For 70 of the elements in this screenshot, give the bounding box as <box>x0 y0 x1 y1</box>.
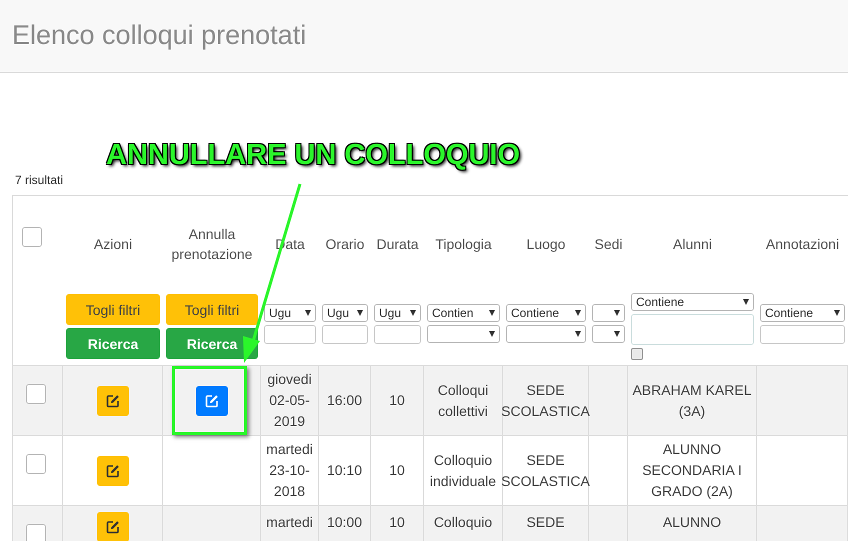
filter-checkbox[interactable] <box>631 348 643 360</box>
column-header: Tipologia <box>435 235 492 254</box>
type-cell-text: Colloqui collettivi <box>436 380 490 420</box>
duration-cell-text: 10 <box>389 513 405 532</box>
student-cell-text: ABRAHAM KAREL (3A) <box>631 380 753 421</box>
caret-icon <box>743 299 749 305</box>
student-cell-text: ALUNNO SECONDARIA I GRADO (2A) <box>641 440 743 501</box>
type-cell-text: Colloquio <box>434 513 492 532</box>
row-checkbox[interactable] <box>26 524 46 541</box>
caret-icon <box>575 331 581 337</box>
clear-filters-button[interactable]: Togli filtri <box>66 294 160 325</box>
caret-icon <box>614 310 620 316</box>
caret-icon <box>489 331 495 337</box>
time-cell-text: 16:00 <box>326 391 362 410</box>
caret-icon <box>305 310 311 316</box>
row-checkbox[interactable] <box>26 454 46 474</box>
edit-button[interactable] <box>96 386 128 416</box>
operator-select[interactable]: Contiene <box>506 304 586 322</box>
callout-text: ANNULLARE UN COLLOQUIO <box>106 139 520 172</box>
column-header: Annulla prenotazione <box>170 225 254 264</box>
select-all-checkbox[interactable] <box>22 227 42 247</box>
value-select[interactable] <box>592 325 625 343</box>
filter-input[interactable] <box>264 325 316 344</box>
caret-icon <box>489 310 495 316</box>
edit-icon <box>106 520 120 534</box>
time-cell-text: 10:10 <box>326 461 362 480</box>
column-header: Sedi <box>594 235 623 254</box>
filter-input[interactable] <box>760 325 845 344</box>
edit-icon <box>106 394 120 408</box>
filter-input[interactable] <box>322 325 368 344</box>
student-cell-text: ALUNNO <box>662 513 722 532</box>
edit-button[interactable] <box>96 512 128 541</box>
results-count: 7 risultati <box>15 173 64 187</box>
duration-cell-text: 10 <box>389 461 405 480</box>
page-title: Elenco colloqui prenotati <box>12 20 306 51</box>
edit-icon <box>106 464 120 478</box>
edit-button[interactable] <box>96 456 128 486</box>
edit-icon <box>204 394 218 408</box>
caret-icon <box>357 310 363 316</box>
column-header: Azioni <box>94 235 132 254</box>
place-cell-text: SEDE SCOLASTICA <box>501 450 590 490</box>
date-cell-text: martedi <box>266 513 313 532</box>
operator-select[interactable]: Contien <box>427 304 500 322</box>
caret-icon <box>410 310 416 316</box>
column-header: Luogo <box>526 235 566 254</box>
operator-select[interactable]: Ugu <box>374 304 421 322</box>
row-checkbox[interactable] <box>26 384 46 404</box>
operator-select[interactable]: Ugu <box>322 304 368 322</box>
type-cell-text: Colloquio individuale <box>428 450 498 490</box>
operator-select[interactable]: Contiene <box>631 293 754 311</box>
operator-select[interactable]: Contiene <box>760 304 845 322</box>
place-cell-text: SEDE <box>526 513 565 532</box>
column-header: Orario <box>326 235 364 254</box>
caret-icon <box>834 310 840 316</box>
caret-icon <box>575 310 581 316</box>
filter-textarea[interactable] <box>631 314 754 345</box>
operator-select[interactable] <box>592 304 625 322</box>
column-header: Durata <box>376 235 419 254</box>
column-header: Annotazioni <box>766 235 840 254</box>
cancel-booking-button[interactable] <box>196 386 228 416</box>
operator-select[interactable]: Ugu <box>264 304 316 322</box>
time-cell-text: 10:00 <box>326 513 362 532</box>
duration-cell-text: 10 <box>389 391 405 410</box>
column-header: Alunni <box>673 235 712 254</box>
date-cell-text: giovedi 02-05-2019 <box>266 370 313 431</box>
clear-filters-button[interactable]: Togli filtri <box>166 294 258 325</box>
place-cell-text: SEDE SCOLASTICA <box>501 380 590 420</box>
filter-input[interactable] <box>374 325 421 344</box>
date-cell-text: martedi 23-10-2018 <box>265 440 314 501</box>
caret-icon <box>614 331 620 337</box>
